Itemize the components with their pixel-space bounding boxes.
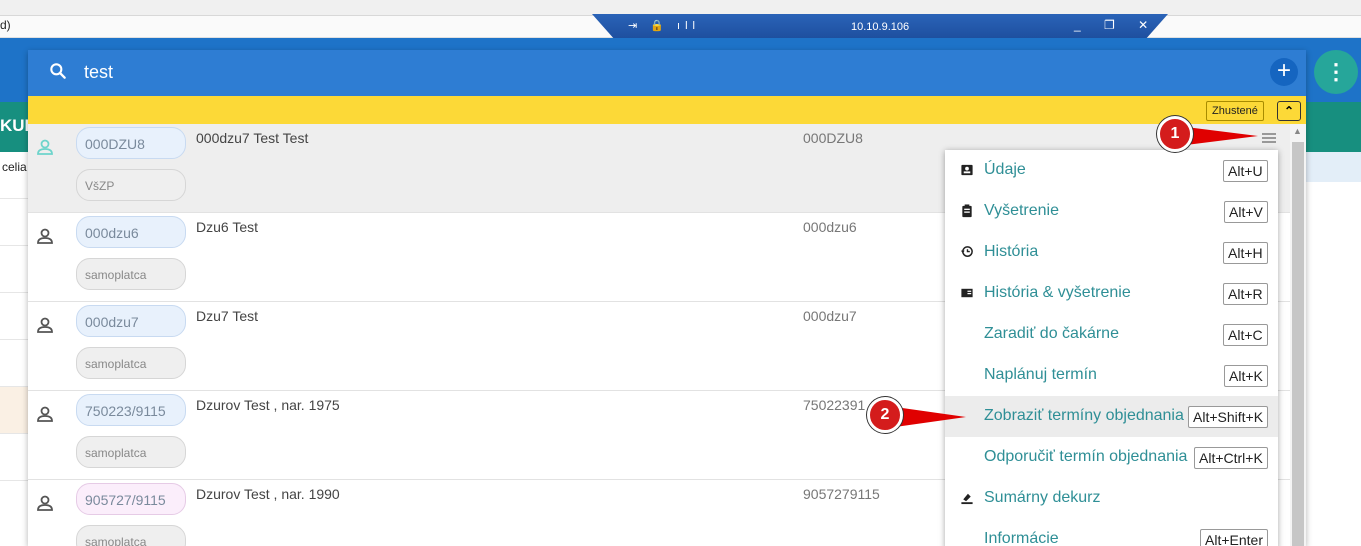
menu-item-label: História [984, 243, 1039, 260]
shortcut-badge: Alt+Enter [1200, 529, 1268, 546]
menu-item[interactable]: Zaradiť do čakárne Alt+C [945, 314, 1278, 355]
background-cell [0, 293, 30, 340]
patient-id-chip[interactable]: 905727/9115 [76, 483, 186, 515]
patient-name: Dzu7 Test [196, 308, 258, 324]
shortcut-badge: Alt+R [1223, 283, 1268, 305]
person-icon [37, 495, 53, 511]
clipboard-icon [962, 204, 972, 218]
menu-item[interactable]: Naplánuj termín Alt+K [945, 355, 1278, 396]
menu-item[interactable]: Zobraziť termíny objednania Alt+Shift+K [945, 396, 1278, 437]
background-cell [0, 387, 30, 434]
menu-item[interactable]: Sumárny dekurz [945, 478, 1278, 519]
shortcut-badge: Alt+U [1223, 160, 1268, 182]
id-card-icon [961, 164, 973, 176]
title-fragment: d) [0, 18, 11, 32]
collapse-button[interactable]: ⌃ [1277, 101, 1301, 121]
shortcut-badge: Alt+Ctrl+K [1194, 447, 1268, 469]
background-cell [0, 434, 30, 481]
menu-item-label: Zobraziť termíny objednania [984, 407, 1184, 424]
menu-item-label: Informácie [984, 530, 1059, 546]
rdp-window-controls-icon[interactable]: _ ❐ ✕ [1074, 18, 1158, 32]
scroll-up-arrow-icon[interactable]: ▲ [1293, 126, 1302, 136]
shortcut-badge: Alt+H [1223, 242, 1268, 264]
patient-id-chip[interactable]: 000dzu6 [76, 216, 186, 248]
shortcut-badge: Alt+Shift+K [1188, 406, 1269, 428]
patient-name: Dzurov Test , nar. 1990 [196, 486, 340, 502]
patient-name: Dzurov Test , nar. 1975 [196, 397, 340, 413]
insurance-chip[interactable]: samoplatca [76, 436, 186, 468]
menu-item[interactable]: História Alt+H [945, 232, 1278, 273]
patient-code: 9057279115 [803, 486, 880, 502]
background-right [1304, 152, 1361, 546]
menu-item[interactable]: História & vyšetrenie Alt+R [945, 273, 1278, 314]
menu-item-label: Odporučiť termín objednania [984, 448, 1188, 465]
patient-code: 000dzu6 [803, 219, 857, 235]
row-context-menu: Údaje Alt+U Vyšetrenie Alt+V História Alt+H Hi… [945, 150, 1278, 546]
menu-item-label: História & vyšetrenie [984, 284, 1131, 301]
row-menu-icon[interactable] [1261, 132, 1277, 144]
person-icon [37, 228, 53, 244]
shortcut-badge: Alt+C [1223, 324, 1268, 346]
menu-item[interactable]: Informácie Alt+Enter [945, 519, 1278, 546]
list-scrollbar[interactable]: ▲ [1290, 124, 1306, 546]
menu-item-label: Zaradiť do čakárne [984, 325, 1119, 342]
menu-item[interactable]: Odporučiť termín objednania Alt+Ctrl+K [945, 437, 1278, 478]
patient-name: 000dzu7 Test Test [196, 130, 309, 146]
menu-item[interactable]: Vyšetrenie Alt+V [945, 191, 1278, 232]
menu-item-label: Sumárny dekurz [984, 489, 1101, 506]
menu-item-label: Údaje [984, 161, 1026, 178]
menu-item[interactable]: Údaje Alt+U [945, 150, 1278, 191]
person-icon [37, 139, 53, 155]
patient-code: 000DZU8 [803, 130, 863, 146]
rdp-pin-lock-signal-icon[interactable]: ⇥ 🔒 ıll [628, 19, 700, 32]
shortcut-badge: Alt+V [1224, 201, 1268, 223]
add-patient-button[interactable]: + [1270, 58, 1298, 86]
patient-id-chip[interactable]: 750223/9115 [76, 394, 186, 426]
background-list: celia [0, 152, 30, 546]
filter-bar [28, 96, 1306, 124]
search-bar: test + [28, 50, 1306, 96]
patient-name: Dzu6 Test [196, 219, 258, 235]
patient-id-chip[interactable]: 000dzu7 [76, 305, 186, 337]
shortcut-badge: Alt+K [1224, 365, 1268, 387]
menu-item-label: Naplánuj termín [984, 366, 1097, 383]
background-selected-row [1304, 152, 1361, 182]
background-cell [0, 199, 30, 246]
patient-id-chip[interactable]: 000DZU8 [76, 127, 186, 159]
patient-code: 75022391 [803, 397, 866, 413]
background-teal-band [1304, 102, 1361, 152]
scrollbar-thumb[interactable] [1292, 142, 1304, 546]
menu-item-label: Vyšetrenie [984, 202, 1059, 219]
history-icon [960, 246, 973, 257]
search-icon [50, 63, 66, 79]
rdp-ip-address: 10.10.9.106 [851, 21, 910, 33]
annotation-callout-1: 1 [1157, 116, 1193, 152]
insurance-chip[interactable]: samoplatca [76, 258, 186, 290]
book-icon [961, 288, 973, 298]
background-cell [0, 246, 30, 293]
background-title: KUB [0, 102, 37, 152]
search-input[interactable]: test [84, 62, 113, 83]
person-icon [37, 406, 53, 422]
more-menu-button[interactable]: ⋮ [1314, 50, 1358, 94]
background-cell [0, 340, 30, 387]
person-icon [37, 317, 53, 333]
insurance-chip[interactable]: samoplatca [76, 347, 186, 379]
annotation-callout-2: 2 [867, 397, 903, 433]
insurance-chip[interactable]: samoplatca [76, 525, 186, 546]
patient-code: 000dzu7 [803, 308, 857, 324]
ink-icon [961, 493, 973, 505]
rdp-connection-bar: ⇥ 🔒 ıll 10.10.9.106 _ ❐ ✕ [592, 14, 1168, 40]
browser-top-strip [0, 0, 1361, 16]
insurance-chip[interactable]: VšZP [76, 169, 186, 201]
background-cell: celia [0, 152, 30, 199]
